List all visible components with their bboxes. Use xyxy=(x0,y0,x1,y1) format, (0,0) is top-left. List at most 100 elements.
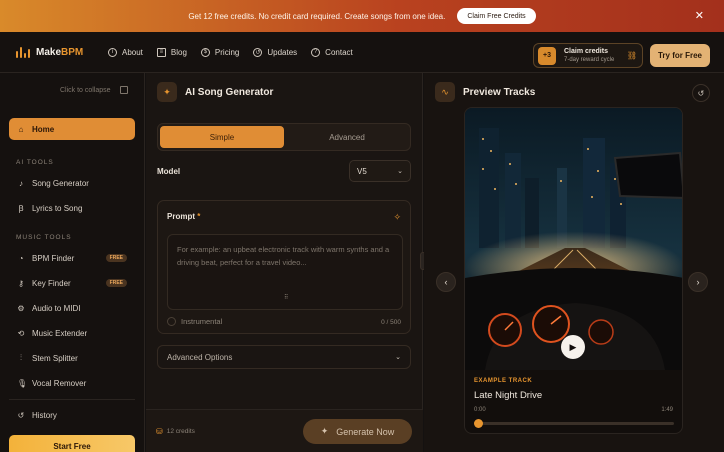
character-counter: 0 / 500 xyxy=(381,319,401,326)
start-free-button[interactable]: Start Free xyxy=(9,435,135,452)
stems-icon: ⫶ xyxy=(20,353,22,362)
generator-header: ✦ AI Song Generator xyxy=(157,82,273,102)
prompt-input[interactable]: For example: an upbeat electronic track … xyxy=(167,234,403,310)
sidebar-item-label: Key Finder xyxy=(32,278,71,288)
tab-advanced[interactable]: Advanced xyxy=(285,126,409,148)
claim-credits-title: Claim credits xyxy=(564,47,608,55)
prompt-card: Prompt * ✧ For example: an upbeat electr… xyxy=(157,200,411,334)
required-marker: * xyxy=(197,212,201,221)
previous-track-button[interactable]: ‹ xyxy=(436,272,456,292)
panel-title: Preview Tracks xyxy=(463,86,536,98)
sidebar-item-song-generator[interactable]: ♪ Song Generator xyxy=(9,172,135,194)
sidebar-item-label: Song Generator xyxy=(32,178,89,188)
sidebar-divider xyxy=(9,399,135,400)
preview-panel: ∿ Preview Tracks ↺ ‹ › ▶ EXAMPLE TRACK L… xyxy=(424,73,724,452)
resize-handle-icon[interactable]: ⠿ xyxy=(284,292,289,305)
nav-about[interactable]: i About xyxy=(108,47,143,57)
track-artwork: ▶ xyxy=(465,108,682,370)
close-icon[interactable]: ✕ xyxy=(695,9,704,22)
play-button[interactable]: ▶ xyxy=(561,335,585,359)
music-tools-heading: MUSIC TOOLS xyxy=(16,234,72,241)
next-track-button[interactable]: › xyxy=(688,272,708,292)
example-track-label: EXAMPLE TRACK xyxy=(474,378,533,384)
preview-header: ∿ Preview Tracks xyxy=(435,82,535,102)
chevron-left-icon: ‹ xyxy=(444,277,448,287)
magic-wand-icon: ✦ xyxy=(157,82,177,102)
claim-free-credits-button[interactable]: Claim Free Credits xyxy=(457,8,536,24)
generate-now-button[interactable]: ✦ Generate Now xyxy=(303,419,412,444)
collapse-sidebar-button[interactable]: Click to collapse xyxy=(60,86,128,94)
sidebar-item-label: Stem Splitter xyxy=(32,353,78,363)
sidebar-item-music-extender[interactable]: ⟲ Music Extender xyxy=(9,322,135,344)
nav-pricing-label: Pricing xyxy=(214,47,240,57)
gauge-icon: ◔ xyxy=(18,253,24,263)
waveform-icon: ∿ xyxy=(435,82,455,102)
credits-display: ⛁ 12 credits xyxy=(156,427,195,436)
lyrics-icon: Ꞵ xyxy=(18,203,24,213)
sidebar-item-audio-to-midi[interactable]: ⚙ Audio to MIDI xyxy=(9,297,135,319)
instrumental-checkbox[interactable] xyxy=(167,317,176,326)
collapse-label: Click to collapse xyxy=(60,86,111,94)
model-select[interactable]: V5 ⌄ xyxy=(349,160,411,182)
prompt-label: Prompt xyxy=(167,212,195,221)
sidebar-item-home[interactable]: ⌂ Home xyxy=(9,118,135,140)
nav-contact[interactable]: ? Contact xyxy=(311,47,353,57)
prompt-placeholder: For example: an upbeat electronic track … xyxy=(177,245,390,267)
midi-icon: ⚙ xyxy=(17,303,25,313)
instrumental-label: Instrumental xyxy=(181,317,223,326)
sidebar-toggle-icon xyxy=(119,86,128,94)
magic-wand-icon: ✦ xyxy=(320,426,329,436)
sidebar-item-vocal-remover[interactable]: 🎙 Vocal Remover xyxy=(9,372,135,394)
nav-blog-label: Blog xyxy=(170,47,187,57)
try-for-free-button[interactable]: Try for Free xyxy=(650,44,710,67)
logo[interactable]: MakeBPM xyxy=(16,46,108,58)
tab-simple[interactable]: Simple xyxy=(160,126,284,148)
mode-tabs: Simple Advanced xyxy=(157,123,411,151)
ai-tools-heading: AI TOOLS xyxy=(16,159,54,166)
logo-icon xyxy=(16,46,30,58)
key-icon: ⚷ xyxy=(18,278,24,288)
track-progress-knob[interactable] xyxy=(474,419,483,428)
night-drive-image xyxy=(465,108,682,370)
free-badge: FREE xyxy=(105,279,127,287)
history-icon: ↺ xyxy=(17,410,25,420)
chevron-down-icon: ⌄ xyxy=(397,168,403,175)
sidebar-item-label: Lyrics to Song xyxy=(32,203,83,213)
instrumental-toggle[interactable]: Instrumental xyxy=(167,317,222,326)
nav-updates[interactable]: ↺ Updates xyxy=(253,47,297,57)
history-icon[interactable]: ↺ xyxy=(692,84,710,102)
chevron-right-icon: › xyxy=(696,277,700,287)
sidebar: Click to collapse ⌂ Home AI TOOLS ♪ Song… xyxy=(0,73,145,452)
sidebar-item-key-finder[interactable]: ⚷ Key Finder FREE xyxy=(9,272,135,294)
sidebar-item-stem-splitter[interactable]: ⫶ Stem Splitter xyxy=(9,347,135,369)
time-elapsed: 0:00 xyxy=(474,407,486,413)
link-icon: ⛓ xyxy=(626,51,637,60)
nav-blog[interactable]: ≡ Blog xyxy=(156,47,187,57)
play-icon: ▶ xyxy=(569,341,577,352)
sidebar-item-lyrics-to-song[interactable]: Ꞵ Lyrics to Song xyxy=(9,197,135,219)
model-label: Model xyxy=(157,166,181,176)
sidebar-item-label: BPM Finder xyxy=(32,253,75,263)
claim-credits-widget[interactable]: +3 Claim credits 7-day reward cycle ⛓ xyxy=(533,43,643,68)
advanced-options-toggle[interactable]: Advanced Options ⌄ xyxy=(157,345,411,369)
promo-text: Get 12 free credits. No credit card requ… xyxy=(188,11,446,21)
free-badge: FREE xyxy=(105,254,127,262)
sidebar-item-label: Audio to MIDI xyxy=(32,303,81,313)
generate-now-label: Generate Now xyxy=(336,426,395,437)
info-icon: i xyxy=(108,47,117,57)
extend-icon: ⟲ xyxy=(17,328,25,338)
pricing-icon: $ xyxy=(200,47,210,57)
generator-footer: ⛁ 12 credits ✦ Generate Now xyxy=(146,409,423,452)
track-title: Late Night Drive xyxy=(474,390,543,401)
sidebar-item-label: Home xyxy=(32,124,55,134)
nav-pricing[interactable]: $ Pricing xyxy=(200,47,240,57)
song-generator-panel: ✦ AI Song Generator Simple Advanced Mode… xyxy=(146,73,423,452)
credits-label: 12 credits xyxy=(166,428,195,435)
sidebar-item-label: Vocal Remover xyxy=(32,378,87,388)
model-row: Model V5 ⌄ xyxy=(157,160,411,182)
sidebar-item-history[interactable]: ↺ History xyxy=(9,404,135,426)
magic-wand-icon[interactable]: ✧ xyxy=(393,212,401,223)
sidebar-item-bpm-finder[interactable]: ◔ BPM Finder FREE xyxy=(9,247,135,269)
home-icon: ⌂ xyxy=(18,124,24,134)
track-progress-bar[interactable] xyxy=(474,419,674,428)
